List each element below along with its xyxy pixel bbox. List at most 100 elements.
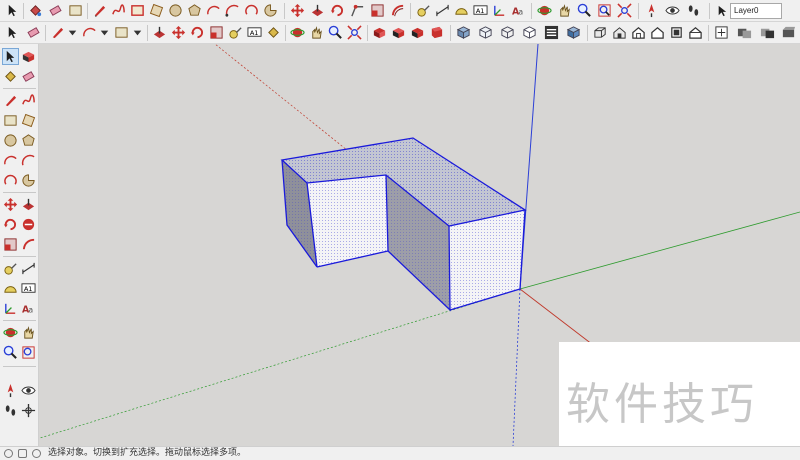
- rotate-icon[interactable]: [2, 216, 19, 233]
- section-plane-icon[interactable]: [20, 402, 37, 419]
- zoom-icon[interactable]: [2, 344, 19, 361]
- pencil-icon[interactable]: [2, 92, 19, 109]
- pie-icon[interactable]: [262, 2, 279, 19]
- protractor-icon[interactable]: [453, 2, 470, 19]
- help-icon[interactable]: [32, 449, 41, 458]
- push-pull-icon[interactable]: [151, 24, 168, 41]
- dimension-icon[interactable]: [20, 260, 37, 277]
- top-view-icon[interactable]: [611, 24, 628, 41]
- pie-icon[interactable]: [20, 172, 37, 189]
- solid-tools-icon[interactable]: [780, 24, 797, 41]
- text-icon[interactable]: A1: [472, 2, 489, 19]
- group-icon[interactable]: [390, 24, 407, 41]
- position-camera-icon[interactable]: [2, 382, 19, 399]
- select-arrow-icon[interactable]: [4, 24, 21, 41]
- freehand-icon[interactable]: [110, 2, 127, 19]
- eraser-icon[interactable]: [20, 68, 37, 85]
- arc-icon[interactable]: [205, 2, 222, 19]
- rotate-icon[interactable]: [329, 2, 346, 19]
- paint-bucket-icon[interactable]: [2, 68, 19, 85]
- warehouse-icon[interactable]: [428, 24, 445, 41]
- orbit-icon[interactable]: [289, 24, 306, 41]
- dropdown-icon[interactable]: [64, 24, 81, 41]
- move-icon[interactable]: [170, 24, 187, 41]
- axes-icon[interactable]: [2, 300, 19, 317]
- rotated-rectangle-icon[interactable]: [148, 2, 165, 19]
- zoom-window-icon[interactable]: [20, 344, 37, 361]
- paint-bucket-icon[interactable]: [27, 2, 44, 19]
- axes-icon[interactable]: [491, 2, 508, 19]
- shaded-textures-icon[interactable]: [565, 24, 582, 41]
- scale-icon[interactable]: [369, 2, 386, 19]
- rotate-icon[interactable]: [189, 24, 206, 41]
- left-view-icon[interactable]: [687, 24, 704, 41]
- walk-icon[interactable]: [2, 402, 19, 419]
- rectangle-icon[interactable]: [2, 112, 19, 129]
- iso-view-icon[interactable]: [592, 24, 609, 41]
- rectangle-red-icon[interactable]: [129, 2, 146, 19]
- section-plane-icon[interactable]: [713, 24, 730, 41]
- zoom-icon[interactable]: [576, 2, 593, 19]
- hidden-line-icon[interactable]: [521, 24, 538, 41]
- component-icon[interactable]: [409, 24, 426, 41]
- l-shaped-block[interactable]: [280, 137, 527, 312]
- arc-two-point-icon[interactable]: [224, 2, 241, 19]
- geo-location-icon[interactable]: [4, 449, 13, 458]
- follow-me-icon[interactable]: [349, 2, 366, 19]
- tape-measure-icon[interactable]: [227, 24, 244, 41]
- dropdown-icon[interactable]: [96, 24, 113, 41]
- rectangle-icon[interactable]: [113, 24, 130, 41]
- orbit-icon[interactable]: [2, 324, 19, 341]
- move-icon[interactable]: [289, 2, 306, 19]
- component-icon[interactable]: [20, 48, 37, 65]
- select-arrow-icon[interactable]: [2, 48, 19, 65]
- credits-icon[interactable]: [18, 449, 27, 458]
- eraser-icon[interactable]: [47, 2, 64, 19]
- pan-icon[interactable]: [308, 24, 325, 41]
- zoom-icon[interactable]: [327, 24, 344, 41]
- shaded-icon[interactable]: [543, 24, 560, 41]
- text-icon[interactable]: A1: [246, 24, 263, 41]
- protractor-icon[interactable]: [2, 280, 19, 297]
- zoom-window-icon[interactable]: [596, 2, 613, 19]
- look-around-icon[interactable]: [664, 2, 681, 19]
- move-icon[interactable]: [2, 196, 19, 213]
- orbit-icon[interactable]: [536, 2, 553, 19]
- wireframe-icon[interactable]: [499, 24, 516, 41]
- offset-icon[interactable]: [389, 2, 406, 19]
- layer-dropdown-icon[interactable]: [713, 2, 730, 19]
- back-view-icon[interactable]: [668, 24, 685, 41]
- follow-me-icon[interactable]: [20, 216, 37, 233]
- push-pull-icon[interactable]: [309, 2, 326, 19]
- 3d-text-icon[interactable]: Aa: [20, 300, 37, 317]
- arc-two-point-icon[interactable]: [20, 152, 37, 169]
- position-camera-icon[interactable]: [643, 2, 660, 19]
- pan-icon[interactable]: [20, 324, 37, 341]
- component-icon[interactable]: [371, 24, 388, 41]
- dimension-icon[interactable]: [434, 2, 451, 19]
- polygon-icon[interactable]: [186, 2, 203, 19]
- look-around-icon[interactable]: [20, 382, 37, 399]
- paint-bucket-icon[interactable]: [265, 24, 282, 41]
- section-display-icon[interactable]: [736, 24, 753, 41]
- arc-three-point-icon[interactable]: [243, 2, 260, 19]
- dropdown-icon[interactable]: [129, 24, 146, 41]
- back-edges-icon[interactable]: [477, 24, 494, 41]
- scale-icon[interactable]: [2, 236, 19, 253]
- zoom-extents-icon[interactable]: [616, 2, 633, 19]
- 3d-text-icon[interactable]: Aa: [510, 2, 527, 19]
- front-view-icon[interactable]: [630, 24, 647, 41]
- pencil-icon[interactable]: [91, 2, 108, 19]
- circle-icon[interactable]: [167, 2, 184, 19]
- arc-icon[interactable]: [2, 152, 19, 169]
- tape-measure-icon[interactable]: [2, 260, 19, 277]
- polygon-icon[interactable]: [20, 132, 37, 149]
- arc-three-point-icon[interactable]: [2, 172, 19, 189]
- freehand-icon[interactable]: [20, 92, 37, 109]
- rectangle-icon[interactable]: [67, 2, 84, 19]
- walk-icon[interactable]: [685, 2, 702, 19]
- rotated-rectangle-icon[interactable]: [20, 112, 37, 129]
- section-fill-icon[interactable]: [759, 24, 776, 41]
- circle-icon[interactable]: [2, 132, 19, 149]
- pan-icon[interactable]: [556, 2, 573, 19]
